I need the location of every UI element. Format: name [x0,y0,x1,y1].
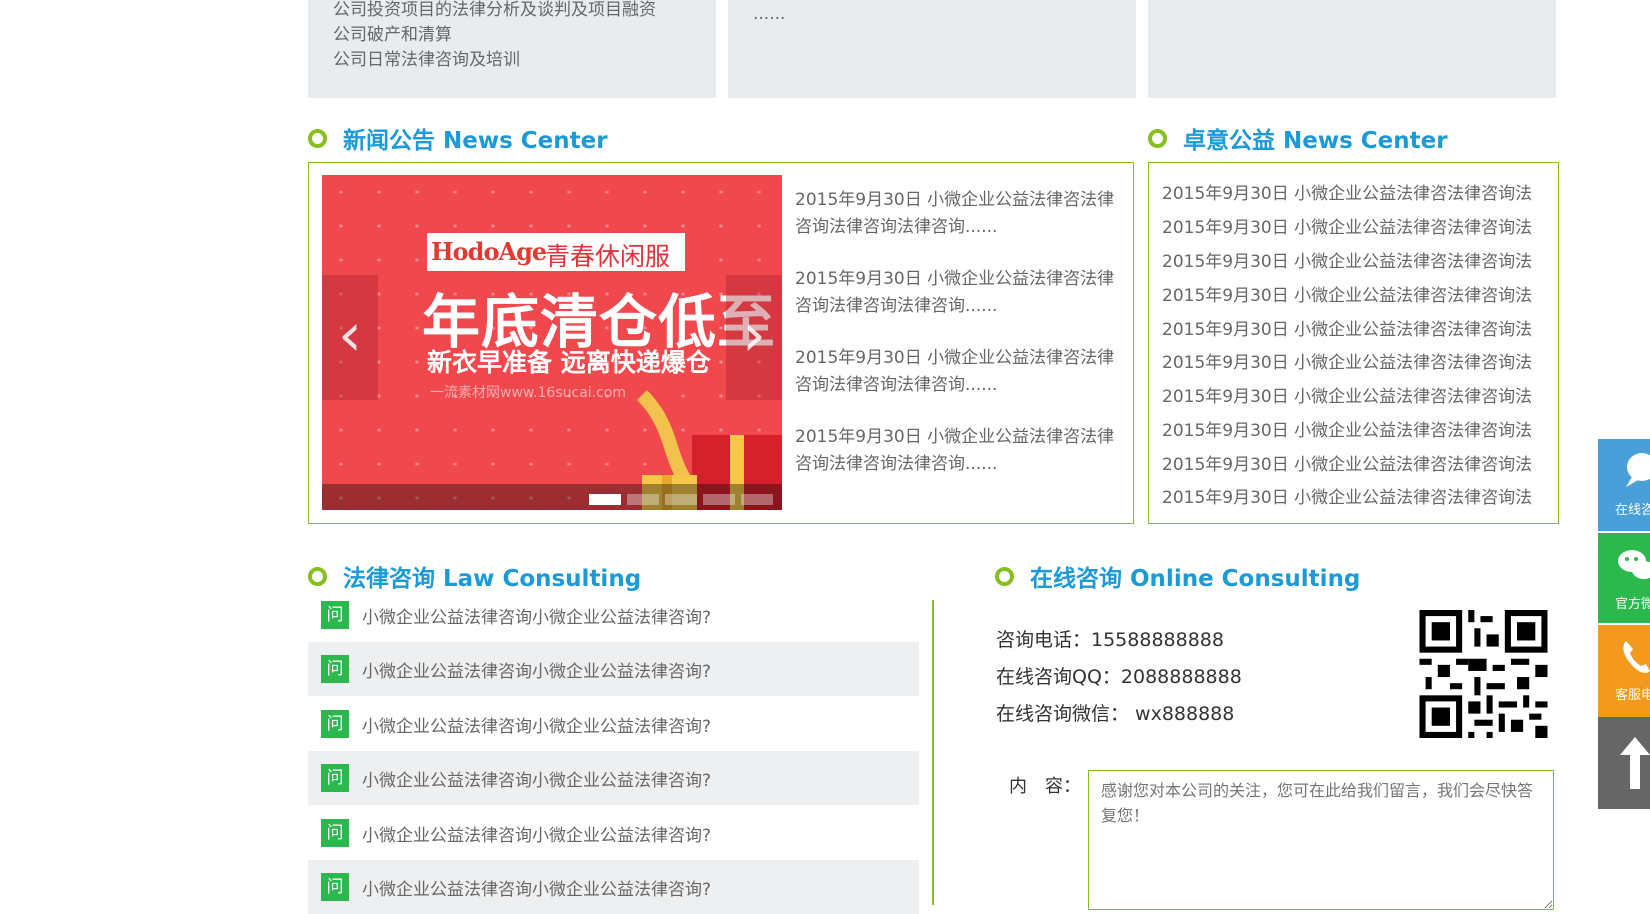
circle-bullet-icon [308,129,327,148]
online-section-title-text: 在线咨询 Online Consulting [1030,566,1361,592]
contact-phone: 咨询电话：15588888888 [996,629,1224,651]
news-slider[interactable]: HodoAge 青春休闲服 年底清仓低至 新衣早准备 远离快递爆仓 一流素材网w… [322,175,782,510]
question-row[interactable]: 问 小微企业公益法律咨询小微企业公益法律咨询? [308,642,919,696]
public-item[interactable]: 2015年9月30日 小微企业公益法律咨法律咨询法 [1162,421,1532,441]
public-item[interactable]: 2015年9月30日 小微企业公益法律咨法律咨询法 [1162,286,1532,306]
chevron-left-icon: ‹ [338,300,362,370]
news-item[interactable]: 2015年9月30日 小微企业公益法律咨法律咨询法律咨询法律咨询...... [795,187,1125,241]
service-card-2: ...... [728,0,1136,98]
slider-subline: 新衣早准备 远离快递爆仓 [427,348,711,377]
circle-bullet-icon [308,567,327,586]
side-online-consult-button[interactable]: 在线咨 [1598,439,1650,531]
side-online-consult-label: 在线咨 [1615,503,1650,518]
question-text[interactable]: 小微企业公益法律咨询小微企业公益法律咨询? [362,712,711,737]
service-card-1: 公司投资项目的法律分析及谈判及项目融资 公司破产和清算 公司日常法律咨询及培训 [308,0,716,98]
public-item[interactable]: 2015年9月30日 小微企业公益法律咨法律咨询法 [1162,184,1532,204]
public-item[interactable]: 2015年9月30日 小微企业公益法律咨法律咨询法 [1162,353,1532,373]
slider-watermark: 一流素材网www.16sucai.com [430,385,627,401]
question-row[interactable]: 问 小微企业公益法律咨询小微企业公益法律咨询? [308,697,919,751]
message-textarea[interactable] [1088,770,1554,910]
chevron-right-icon: › [742,300,766,370]
news-panel: HodoAge 青春休闲服 年底清仓低至 新衣早准备 远离快递爆仓 一流素材网w… [308,162,1134,524]
news-item[interactable]: 2015年9月30日 小微企业公益法律咨法律咨询法律咨询法律咨询...... [795,424,1125,478]
service-card-1-text: 公司投资项目的法律分析及谈判及项目融资 公司破产和清算 公司日常法律咨询及培训 [333,0,656,73]
circle-bullet-icon [1148,129,1167,148]
back-to-top-button[interactable] [1598,717,1650,809]
public-panel: 2015年9月30日 小微企业公益法律咨法律咨询法 2015年9月30日 小微企… [1148,162,1559,524]
question-row[interactable]: 问 小微企业公益法律咨询小微企业公益法律咨询? [308,751,919,805]
brand-logo: HodoAge [431,237,547,266]
side-wechat-label: 官方微 [1615,597,1650,612]
section-divider [932,600,934,905]
public-item[interactable]: 2015年9月30日 小微企业公益法律咨法律咨询法 [1162,455,1532,475]
slider-dot[interactable] [665,494,697,505]
slider-pagination [322,484,782,510]
wechat-icon [1618,550,1650,579]
service-line[interactable]: 公司投资项目的法律分析及谈判及项目融资 [333,0,656,23]
question-row[interactable]: 问 小微企业公益法律咨询小微企业公益法律咨询? [308,588,919,642]
question-text[interactable]: 小微企业公益法律咨询小微企业公益法律咨询? [362,875,711,900]
qr-code-icon [1419,610,1548,738]
contact-qq: 在线咨询QQ：2088888888 [996,666,1242,688]
service-line[interactable]: 公司日常法律咨询及培训 [333,48,656,73]
side-phone-label: 客服电 [1615,688,1650,703]
slider-brand-box: HodoAge 青春休闲服 [427,233,685,271]
public-item[interactable]: 2015年9月30日 小微企业公益法律咨法律咨询法 [1162,488,1532,508]
slider-prev-button[interactable]: ‹ [322,275,378,400]
news-item[interactable]: 2015年9月30日 小微企业公益法律咨法律咨询法律咨询法律咨询...... [795,266,1125,320]
news-section-title: 新闻公告 News Center [308,121,608,155]
public-item[interactable]: 2015年9月30日 小微企业公益法律咨法律咨询法 [1162,320,1532,340]
slider-dot[interactable] [703,494,735,505]
question-text[interactable]: 小微企业公益法律咨询小微企业公益法律咨询? [362,657,711,682]
public-item[interactable]: 2015年9月30日 小微企业公益法律咨法律咨询法 [1162,218,1532,238]
question-row[interactable]: 问 小微企业公益法律咨询小微企业公益法律咨询? [308,806,919,860]
question-badge: 问 [321,655,349,683]
arrow-up-icon [1620,737,1650,789]
service-card-3 [1148,0,1556,98]
question-text[interactable]: 小微企业公益法律咨询小微企业公益法律咨询? [362,603,711,628]
question-badge: 问 [321,873,349,901]
circle-bullet-icon [995,567,1014,586]
public-item[interactable]: 2015年9月30日 小微企业公益法律咨法律咨询法 [1162,387,1532,407]
news-section-title-text: 新闻公告 News Center [343,128,608,154]
question-text[interactable]: 小微企业公益法律咨询小微企业公益法律咨询? [362,766,711,791]
chat-bubble-icon [1626,453,1650,487]
side-phone-button[interactable]: 客服电 [1598,625,1650,717]
slider-dot[interactable] [627,494,659,505]
service-card-2-text: ...... [753,0,785,27]
question-badge: 问 [321,764,349,792]
side-wechat-button[interactable]: 官方微 [1598,533,1650,623]
question-badge: 问 [321,601,349,629]
contact-wechat: 在线咨询微信： wx888888 [996,703,1235,725]
news-item[interactable]: 2015年9月30日 小微企业公益法律咨法律咨询法律咨询法律咨询...... [795,345,1125,399]
service-ellipsis: ...... [753,4,786,24]
brand-text: 青春休闲服 [545,242,671,271]
phone-icon [1623,641,1650,673]
question-row[interactable]: 问 小微企业公益法律咨询小微企业公益法律咨询? [308,860,919,914]
public-section-title: 卓意公益 News Center [1148,121,1448,155]
slider-dot[interactable] [741,494,773,505]
service-line[interactable]: 公司破产和清算 [333,23,656,48]
question-badge: 问 [321,710,349,738]
content-label: 内 容： [1009,776,1081,797]
public-item[interactable]: 2015年9月30日 小微企业公益法律咨法律咨询法 [1162,252,1532,272]
public-section-title-text: 卓意公益 News Center [1183,128,1448,154]
question-text[interactable]: 小微企业公益法律咨询小微企业公益法律咨询? [362,821,711,846]
question-badge: 问 [321,819,349,847]
online-section-title: 在线咨询 Online Consulting [995,559,1360,593]
slider-next-button[interactable]: › [726,275,782,400]
slider-dot[interactable] [589,494,621,505]
